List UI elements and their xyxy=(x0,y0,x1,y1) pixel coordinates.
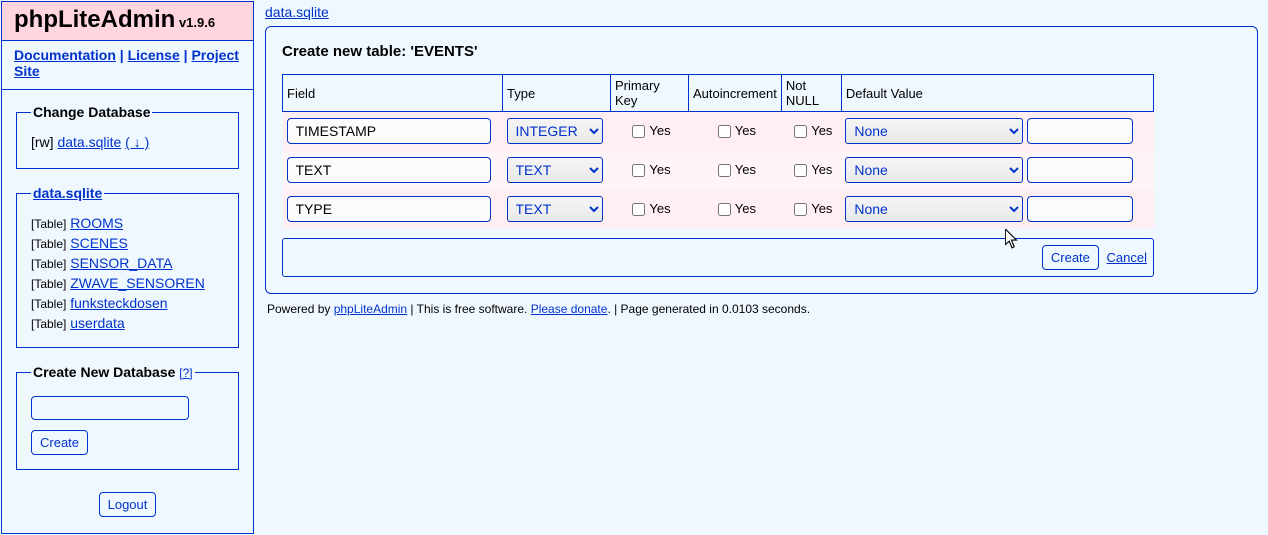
table-link-zwave-sensoren[interactable]: ZWAVE_SENSOREN xyxy=(70,275,205,291)
logo-bar: phpLiteAdmin v1.9.6 xyxy=(2,2,253,41)
th-pk: Primary Key xyxy=(611,75,689,112)
pk-checkbox[interactable] xyxy=(632,164,645,177)
field-name-input[interactable] xyxy=(287,157,491,183)
change-database-legend: Change Database xyxy=(31,104,152,120)
pk-checkbox[interactable] xyxy=(632,125,645,138)
create-new-database-legend: Create New Database xyxy=(33,364,175,380)
pk-checkbox[interactable] xyxy=(632,203,645,216)
footer-pla-link[interactable]: phpLiteAdmin xyxy=(334,302,407,316)
field-row: TEXT Yes Yes Yes None xyxy=(283,190,1154,229)
default-value-input[interactable] xyxy=(1027,118,1133,144)
breadcrumb-db[interactable]: data.sqlite xyxy=(265,4,329,20)
field-type-select[interactable]: INTEGER xyxy=(507,118,603,144)
db-swap-link[interactable]: ( ↓ ) xyxy=(125,134,149,150)
cancel-link[interactable]: Cancel xyxy=(1107,250,1147,265)
field-type-select[interactable]: TEXT xyxy=(507,196,603,222)
footer: Powered by phpLiteAdmin | This is free s… xyxy=(265,294,1258,324)
tables-legend-link[interactable]: data.sqlite xyxy=(33,185,102,201)
field-row: INTEGER Yes Yes Yes None xyxy=(283,112,1154,151)
breadcrumb: data.sqlite xyxy=(265,2,1258,26)
nn-checkbox[interactable] xyxy=(794,203,807,216)
table-link-funksteckdosen[interactable]: funksteckdosen xyxy=(70,295,167,311)
cursor-icon xyxy=(1005,229,1019,249)
th-type: Type xyxy=(503,75,611,112)
default-value-input[interactable] xyxy=(1027,157,1133,183)
nn-checkbox[interactable] xyxy=(794,125,807,138)
main: data.sqlite Create new table: 'EVENTS' F… xyxy=(255,0,1268,535)
ai-checkbox[interactable] xyxy=(718,125,731,138)
table-row: [Table] SCENES xyxy=(31,233,224,253)
table-link-userdata[interactable]: userdata xyxy=(70,315,124,331)
action-row: Create Cancel xyxy=(282,238,1154,277)
tables-box: data.sqlite [Table] ROOMS [Table] SCENES… xyxy=(16,185,239,348)
ai-checkbox[interactable] xyxy=(718,164,731,177)
field-name-input[interactable] xyxy=(287,196,491,222)
th-nn: Not NULL xyxy=(781,75,841,112)
field-type-select[interactable]: TEXT xyxy=(507,157,603,183)
nav-documentation[interactable]: Documentation xyxy=(14,47,116,63)
table-link-scenes[interactable]: SCENES xyxy=(70,235,128,251)
nn-checkbox[interactable] xyxy=(794,164,807,177)
logout-button[interactable]: Logout xyxy=(99,492,157,517)
table-list: [Table] ROOMS [Table] SCENES [Table] SEN… xyxy=(31,211,224,333)
sidebar: phpLiteAdmin v1.9.6 Documentation | Lice… xyxy=(1,1,254,534)
field-row: TEXT Yes Yes Yes None xyxy=(283,151,1154,190)
new-database-input[interactable] xyxy=(31,396,189,420)
th-field: Field xyxy=(283,75,503,112)
footer-donate-link[interactable]: Please donate xyxy=(531,302,608,316)
panel-title: Create new table: 'EVENTS' xyxy=(282,43,1241,60)
help-link[interactable]: [?] xyxy=(179,366,192,380)
th-ai: Autoincrement xyxy=(689,75,782,112)
table-row: [Table] SENSOR_DATA xyxy=(31,253,224,273)
fields-table: Field Type Primary Key Autoincrement Not… xyxy=(282,74,1154,228)
table-link-rooms[interactable]: ROOMS xyxy=(70,215,123,231)
table-row: [Table] funksteckdosen xyxy=(31,293,224,313)
create-database-button[interactable]: Create xyxy=(31,430,88,455)
app-version: v1.9.6 xyxy=(179,15,215,30)
th-dv: Default Value xyxy=(841,75,1153,112)
nav-links: Documentation | License | Project Site xyxy=(2,41,253,90)
app-title: phpLiteAdmin xyxy=(14,6,175,33)
create-table-button[interactable]: Create xyxy=(1042,245,1099,270)
field-name-input[interactable] xyxy=(287,118,491,144)
rw-label: [rw] xyxy=(31,134,54,150)
db-link[interactable]: data.sqlite xyxy=(57,134,121,150)
default-value-select[interactable]: None xyxy=(845,157,1023,183)
table-row: [Table] ROOMS xyxy=(31,213,224,233)
table-row: [Table] ZWAVE_SENSOREN xyxy=(31,273,224,293)
default-value-select[interactable]: None xyxy=(845,118,1023,144)
change-database-box: Change Database [rw] data.sqlite ( ↓ ) xyxy=(16,104,239,169)
create-new-database-box: Create New Database [?] Create xyxy=(16,364,239,470)
nav-license[interactable]: License xyxy=(128,47,180,63)
table-link-sensor-data[interactable]: SENSOR_DATA xyxy=(70,255,172,271)
ai-checkbox[interactable] xyxy=(718,203,731,216)
default-value-input[interactable] xyxy=(1027,196,1133,222)
create-table-panel: Create new table: 'EVENTS' Field Type Pr… xyxy=(265,26,1258,294)
default-value-select[interactable]: None xyxy=(845,196,1023,222)
table-row: [Table] userdata xyxy=(31,313,224,333)
